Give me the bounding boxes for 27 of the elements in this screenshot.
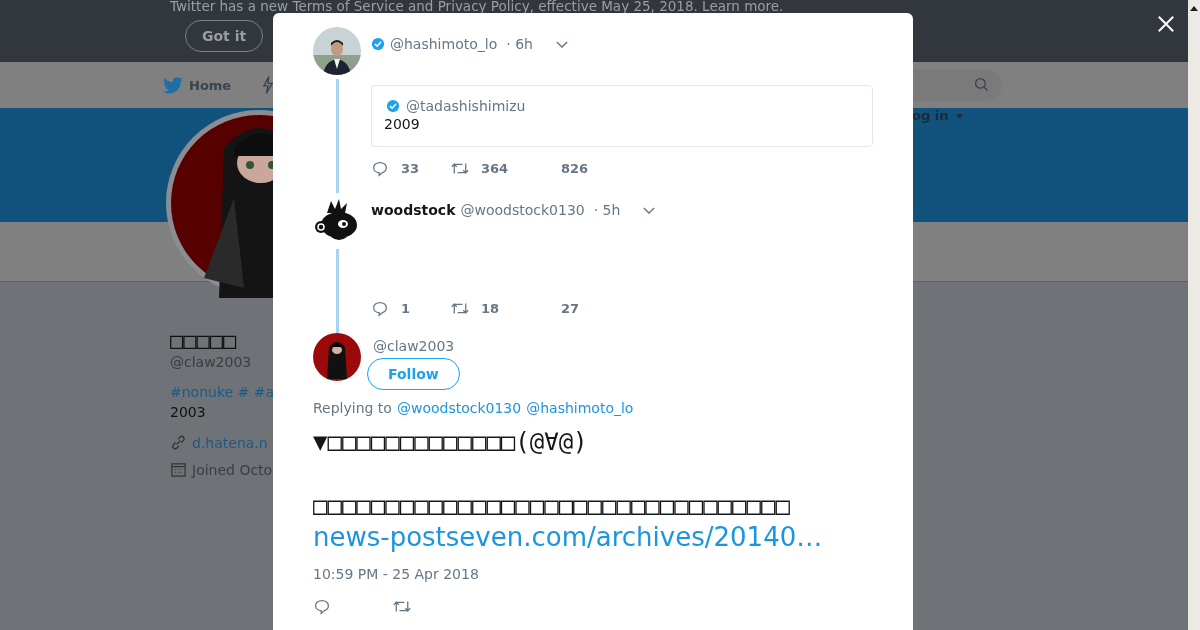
tweet-timestamp: 10:59 PM - 25 Apr 2018: [313, 566, 480, 582]
notice-text: Twitter has a new Terms of Service and Privacy Policy, effective May 25, 2018. Learn more.: [170, 0, 784, 13]
tweet-time[interactable]: · 5h: [593, 202, 621, 218]
retweet-count: 18: [481, 300, 500, 316]
home-link[interactable]: Home: [163, 76, 232, 94]
user-handle[interactable]: @hashimoto_lo: [390, 36, 498, 52]
reply-count: 1: [401, 300, 411, 316]
tweet-time[interactable]: · 6h: [506, 36, 533, 52]
like-count: 826: [561, 160, 589, 176]
bio-text: 2003: [170, 403, 206, 422]
retweet-count: 364: [481, 160, 509, 176]
replying-label: Replying to: [313, 400, 392, 416]
tweet-link[interactable]: news-postseven.com/archives/20140…: [313, 522, 873, 552]
quoted-handle: @tadashishimizu: [406, 98, 526, 114]
quoted-text: 2009: [384, 116, 421, 132]
mention-link[interactable]: @hashimoto_lo: [526, 400, 634, 416]
tweet-text: ▼□□□□□□□□□□□□□(@∀@): [313, 427, 589, 458]
user-name[interactable]: woodstock: [371, 202, 456, 218]
profile-name: □□□□□: [170, 328, 237, 354]
follow-button[interactable]: Follow: [367, 358, 460, 390]
user-handle[interactable]: @woodstock0130: [460, 202, 585, 218]
mention-link[interactable]: @woodstock0130: [396, 400, 522, 416]
user-handle[interactable]: @claw2003: [373, 338, 455, 354]
like-count: 27: [561, 300, 580, 316]
quoted-tweet[interactable]: @tadashishimizu 2009: [371, 85, 873, 147]
reply-count: 33: [401, 160, 420, 176]
tweet-text: □□□□□□□□□□□□□□□□□□□□□□□□□□□□□□□□□: [313, 491, 791, 522]
